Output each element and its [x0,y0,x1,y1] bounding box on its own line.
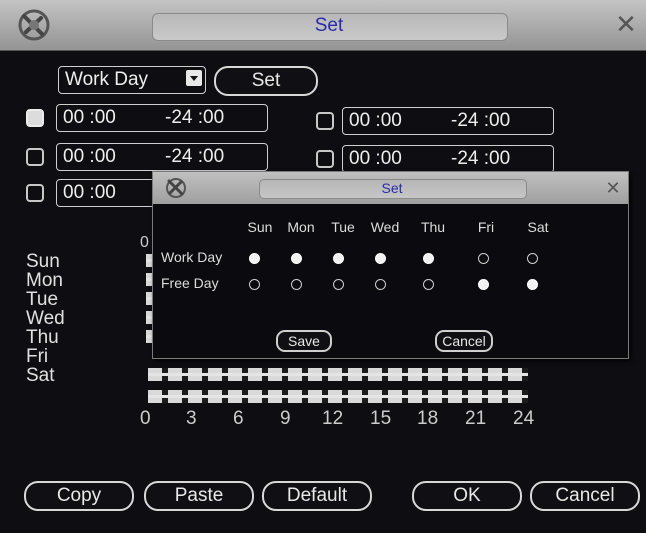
day-label-mon: Mon [26,270,63,291]
period-5-start: 00 :00 [63,182,116,203]
day-label-sat: Sat [26,365,55,386]
ok-button[interactable]: OK [412,481,522,511]
dialog-cancel-button[interactable]: Cancel [435,330,493,352]
period-5-checkbox[interactable] [26,184,44,202]
period-2-start: 00 :00 [63,146,116,167]
timeline-bar-sat[interactable] [148,390,528,403]
dialog-radio-free-sun[interactable] [249,279,260,290]
tick-9: 9 [280,408,291,429]
default-button[interactable]: Default [262,481,372,511]
period-2-time[interactable]: 00 :00 -24 :00 [56,143,268,171]
set-button[interactable]: Set [214,66,318,96]
period-4-checkbox[interactable] [316,150,334,168]
close-icon[interactable]: ✕ [612,10,640,38]
day-label-wed: Wed [26,308,65,329]
tick-3: 3 [186,408,197,429]
period-3-start: 00 :00 [349,110,402,131]
timeline-top-tick: 0 [140,234,149,251]
day-label-sun: Sun [26,251,60,272]
dialog-radio-free-sat[interactable] [527,279,538,290]
dialog-radio-free-mon[interactable] [291,279,302,290]
set-window: Set ✕ Work Day Set 00 :00 -24 :00 00 :00… [0,0,646,533]
mode-select-value: Work Day [65,69,149,90]
day-label-fri: Fri [26,346,49,367]
paste-button[interactable]: Paste [144,481,254,511]
dialog-col-fri: Fri [477,219,495,235]
period-1-end: -24 :00 [165,107,225,128]
tick-0: 0 [140,408,151,429]
tick-24: 24 [513,408,535,429]
period-4-start: 00 :00 [349,148,402,169]
period-1-checkbox[interactable] [26,109,44,127]
dialog-radio-work-fri[interactable] [478,253,489,264]
dialog-title-bar: Set ✕ [153,172,628,204]
period-2-end: -24 :00 [165,146,225,167]
period-2-checkbox[interactable] [26,148,44,166]
dialog-radio-free-tue[interactable] [333,279,344,290]
dialog-radio-work-tue[interactable] [333,253,344,264]
dialog-logo-icon [166,178,186,198]
dialog-radio-work-sun[interactable] [249,253,260,264]
mode-select[interactable]: Work Day [58,66,206,94]
app-logo-icon [18,9,50,41]
dialog-row-free-day: Free Day [161,275,219,291]
period-1-time[interactable]: 00 :00 -24 :00 [56,104,268,132]
tick-15: 15 [370,408,392,429]
dialog-col-wed: Wed [370,219,400,235]
dialog-save-button[interactable]: Save [276,330,332,352]
timeline-bar-fri[interactable] [148,368,528,381]
dialog-radio-work-wed[interactable] [375,253,386,264]
chevron-down-icon[interactable] [186,70,202,86]
dialog-row-work-day: Work Day [161,249,223,265]
dialog-radio-work-mon[interactable] [291,253,302,264]
dialog-title: Set [381,180,403,196]
period-1-start: 00 :00 [63,107,116,128]
window-title: Set [314,15,344,36]
period-3-end: -24 :00 [451,110,511,131]
dialog-radio-work-thu[interactable] [423,253,434,264]
tick-12: 12 [322,408,344,429]
period-3-time[interactable]: 00 :00 -24 :00 [342,107,554,135]
dialog-close-icon[interactable]: ✕ [603,177,623,199]
tick-18: 18 [417,408,439,429]
period-4-time[interactable]: 00 :00 -24 :00 [342,145,554,173]
tick-6: 6 [233,408,244,429]
dialog-radio-free-wed[interactable] [375,279,386,290]
dialog-radio-work-sat[interactable] [527,253,538,264]
dialog-col-sat: Sat [527,219,549,235]
day-label-tue: Tue [26,289,59,310]
day-label-thu: Thu [26,327,59,348]
tick-21: 21 [465,408,487,429]
period-4-end: -24 :00 [451,148,511,169]
day-type-dialog: Set ✕ Sun Mon Tue Wed Thu Fri Sat Work D… [152,171,629,359]
copy-button[interactable]: Copy [24,481,134,511]
dialog-radio-free-fri[interactable] [478,279,489,290]
cancel-button[interactable]: Cancel [530,481,640,511]
dialog-col-thu: Thu [420,219,446,235]
title-bar: Set ✕ [0,0,646,51]
period-3-checkbox[interactable] [316,112,334,130]
dialog-radio-free-thu[interactable] [423,279,434,290]
